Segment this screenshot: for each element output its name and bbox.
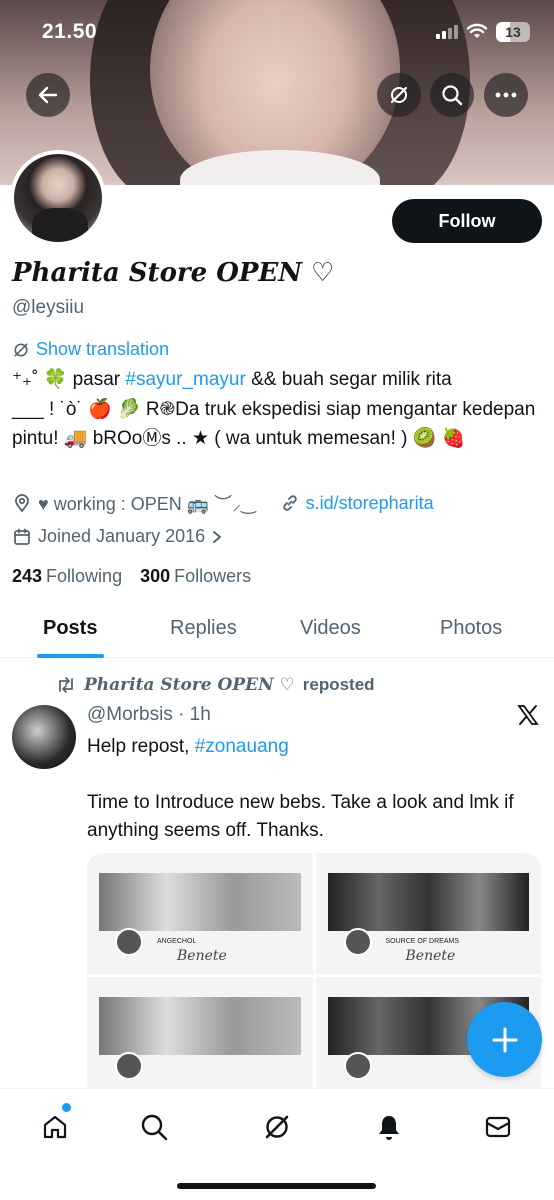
tab-videos[interactable]: Videos [300,617,361,640]
search-button[interactable] [430,73,474,117]
joined-date: Joined January 2016 [38,526,206,546]
bell-icon [379,1116,399,1140]
link-icon [282,495,297,511]
followers-label: Followers [174,566,252,586]
media-image-2[interactable]: SOURCE OF DREAMS Benete [315,853,541,974]
media-image-1[interactable]: ANGECHOL Benete [87,853,313,974]
profile-avatar[interactable] [10,150,106,246]
joined-date-row[interactable]: Joined January 2016 [12,526,223,547]
media-caption: SOURCE OF DREAMS [385,938,460,945]
reposted-suffix: reposted [302,675,375,694]
battery-icon: 13 [496,22,530,42]
following-label: Following [46,566,123,586]
profile-meta-row: ♥ working : OPEN 🚌 ︶⸝‿ s.id/storepharita [12,490,434,516]
follow-button[interactable]: Follow [392,199,542,243]
profile-website-link[interactable]: s.id/storepharita [306,493,434,514]
more-dots-icon [495,92,517,98]
mail-icon [485,1116,511,1138]
post-author-handle[interactable]: @Morbsis [87,704,173,725]
post-text-body: Time to Introduce new bebs. Take a look … [87,792,514,841]
back-button[interactable] [26,73,70,117]
following-stat[interactable]: 243 Following [12,566,122,587]
bio-text-start: ⁺₊˚ 🍀 pasar [12,369,126,390]
compose-post-button[interactable] [467,1002,542,1077]
profile-handle: @leysiiu [12,297,85,318]
tab-replies[interactable]: Replies [170,617,237,640]
nav-notifications[interactable] [369,1107,409,1147]
bio-hashtag[interactable]: #sayur_mayur [125,369,245,390]
media-script: Benete [405,948,456,964]
post-author-avatar[interactable] [12,705,76,769]
grok-translate-icon [14,342,28,357]
plus-icon [492,1027,517,1052]
followers-count: 300 [140,566,171,586]
post-header: @Morbsis · 1h [87,704,211,726]
home-icon [43,1115,67,1139]
media-image-3[interactable] [87,977,313,1098]
home-indicator [177,1183,376,1189]
active-tab-indicator [37,654,104,658]
back-arrow-icon [38,86,58,104]
status-bar: 21.50 13 [0,0,554,66]
nav-messages[interactable] [478,1107,518,1147]
reposted-by-name: Pharita Store OPEN ♡ [84,675,295,695]
nav-grok[interactable] [257,1107,297,1147]
show-translation-label: Show translation [36,339,170,359]
home-unread-dot [62,1103,71,1112]
tab-photos[interactable]: Photos [440,617,502,640]
chevron-right-icon [213,530,222,543]
search-icon [141,1114,168,1141]
location-icon [15,494,29,513]
post-time: · 1h [178,704,211,725]
post-hashtag[interactable]: #zonauang [195,736,289,757]
post-media-grid: ANGECHOL Benete SOURCE OF DREAMS Benete [87,853,541,1098]
nav-search[interactable] [134,1107,174,1147]
media-caption: ANGECHOL [157,938,197,945]
bio-text-rest: ___ ! ˙ò˙ 🍎 🥬 R֎Da truk ekspedisi siap m… [12,398,536,450]
grok-icon [390,86,408,104]
profile-display-name: Pharita Store OPEN ♡ [12,258,335,288]
followers-stat[interactable]: 300 Followers [140,566,251,587]
x-logo-icon [517,705,539,725]
tab-posts[interactable]: Posts [43,617,97,640]
status-time: 21.50 [42,20,98,43]
profile-location: ♥ working : OPEN 🚌 ︶⸝‿ [38,494,256,514]
calendar-icon [14,528,30,545]
follow-stats: 243 Following 300 Followers [12,566,251,587]
following-count: 243 [12,566,43,586]
wifi-icon [466,23,488,38]
signal-icon [436,25,458,39]
grok-button[interactable] [377,73,421,117]
nav-home[interactable] [35,1107,75,1147]
repost-icon [59,677,73,693]
more-options-button[interactable] [484,73,528,117]
bio-text-line1-end: && buah segar milik rita [245,369,452,390]
search-icon [442,85,463,106]
profile-tabs: Posts Replies Videos Photos [0,603,554,658]
battery-level: 13 [505,24,521,40]
post-body: Help repost, #zonauang Time to Introduce… [87,733,537,845]
avatar-shirt [32,208,88,242]
profile-bio: ⁺₊˚ 🍀 pasar #sayur_mayur && buah segar m… [12,365,542,454]
show-translation-link[interactable]: Show translation [12,339,169,360]
grok-icon [265,1115,289,1139]
post-text-start: Help repost, [87,736,195,757]
repost-indicator[interactable]: Pharita Store OPEN ♡ reposted [56,675,375,695]
media-script: Benete [177,948,227,964]
